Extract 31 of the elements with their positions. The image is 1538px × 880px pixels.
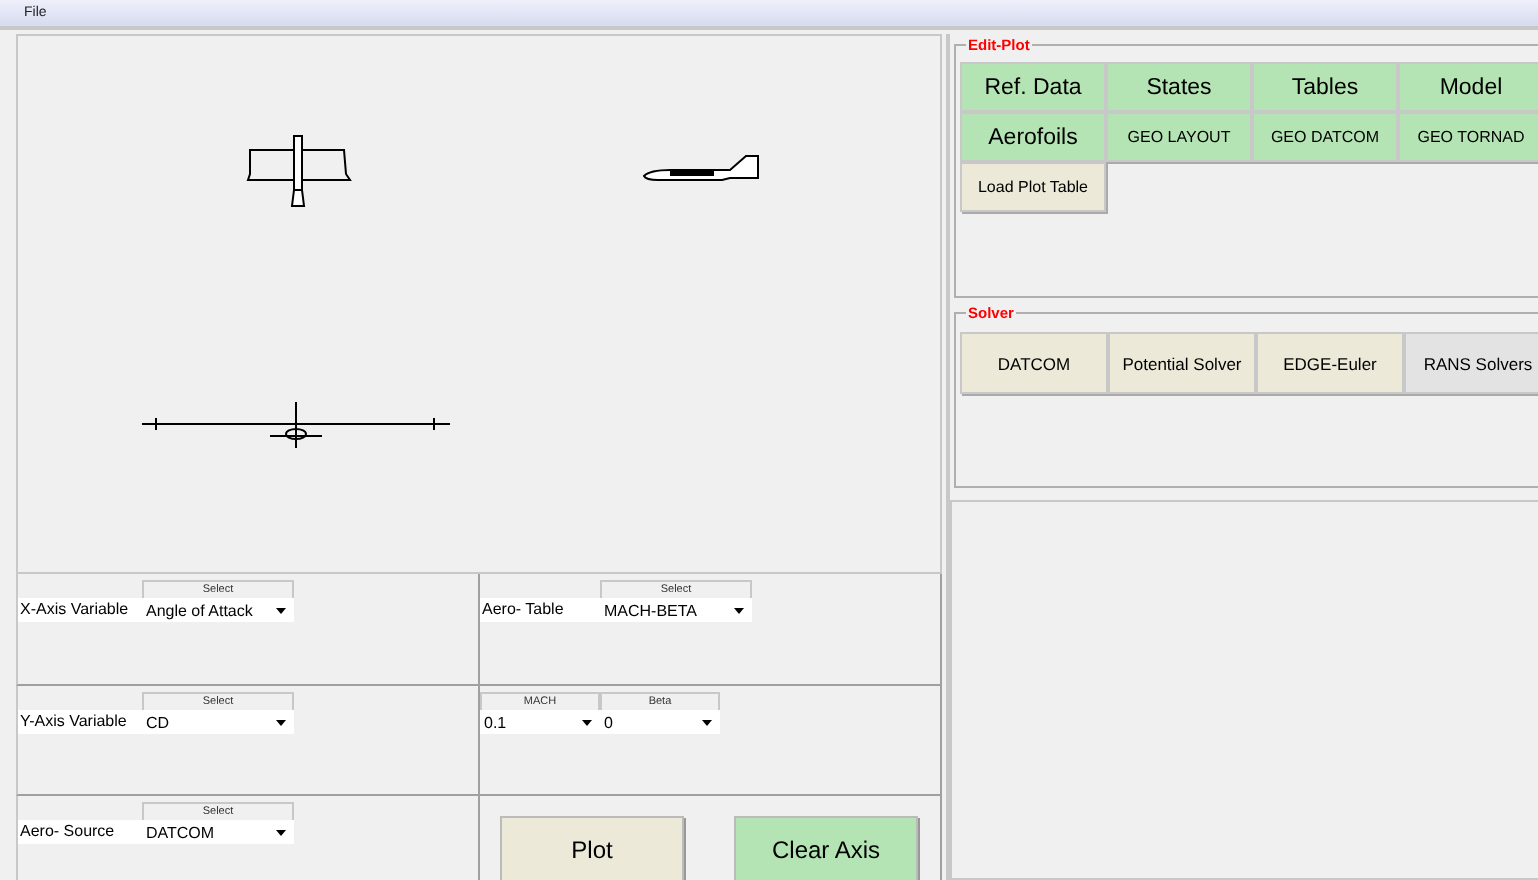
tool-button[interactable]: Aerofoils (960, 112, 1106, 162)
solver-button[interactable]: RANS Solvers (1404, 332, 1538, 394)
dropdown[interactable]: DATCOM (142, 820, 294, 844)
dropdown-caret-icon (276, 607, 286, 613)
dropdown-caret-icon (276, 829, 286, 835)
tool-button[interactable]: Model (1398, 62, 1538, 112)
tool-button[interactable]: GEO TORNAD (1398, 112, 1538, 162)
plot-button[interactable]: Plot (500, 816, 684, 880)
dropdown[interactable]: MACH-BETA (600, 598, 752, 622)
tool-button[interactable]: Ref. Data (960, 62, 1106, 112)
field-label: Aero- Source (18, 820, 142, 844)
dropdown-caret-icon (582, 719, 592, 725)
dropdown[interactable]: Angle of Attack (142, 598, 294, 622)
solver-button[interactable]: EDGE-Euler (1256, 332, 1404, 394)
dropdown[interactable]: 0 (600, 710, 720, 734)
dropdown-caret-icon (702, 719, 712, 725)
tool-button[interactable]: Load Plot Table (960, 162, 1106, 212)
field-label: X-Axis Variable (18, 598, 142, 622)
dropdown[interactable]: 0.1 (480, 710, 600, 734)
dropdown[interactable]: CD (142, 710, 294, 734)
dropdown-caret-icon (276, 719, 286, 725)
solver-button[interactable]: Potential Solver (1108, 332, 1256, 394)
tool-button[interactable]: GEO DATCOM (1252, 112, 1398, 162)
field-label: Aero- Table (480, 598, 600, 622)
dropdown-caret-icon (734, 607, 744, 613)
field-label: Y-Axis Variable (18, 710, 142, 734)
clear-axis-button[interactable]: Clear Axis (734, 816, 918, 880)
solver-button[interactable]: DATCOM (960, 332, 1108, 394)
tool-button[interactable]: GEO LAYOUT (1106, 112, 1252, 162)
tool-button[interactable]: States (1106, 62, 1252, 112)
tool-button[interactable]: Tables (1252, 62, 1398, 112)
